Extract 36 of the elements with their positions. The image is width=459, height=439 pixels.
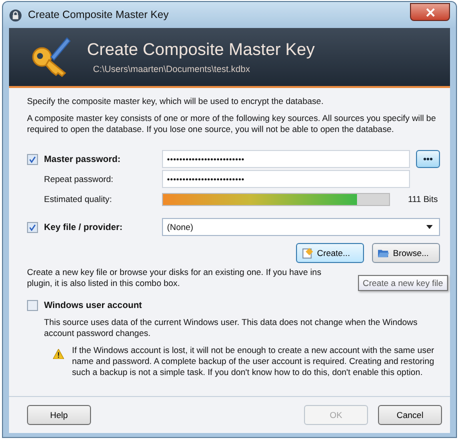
help-button[interactable]: Help (27, 405, 91, 425)
new-file-icon (302, 248, 313, 258)
window-title: Create Composite Master Key (28, 9, 170, 21)
field-label: Repeat password: (44, 174, 114, 184)
checkbox[interactable] (27, 300, 38, 310)
quality-reading: 111 Bits (408, 194, 438, 204)
close-button[interactable] (410, 3, 450, 21)
password-field[interactable]: ••••••••••••••••••••••••• (162, 150, 410, 168)
dropdown-arrow-icon (426, 225, 433, 229)
check-icon (29, 224, 36, 230)
key-file-hint: Create a new key file or browse your disks for an existing one. If you have ins (27, 267, 322, 278)
field-label: Master password: (44, 154, 122, 164)
repeat-password-field[interactable]: ••••••••••••••••••••••••• (162, 170, 410, 188)
field-label: Estimated quality: (44, 194, 113, 204)
cancel-button[interactable]: Cancel (378, 405, 442, 425)
checkbox[interactable] (27, 154, 38, 164)
show-password-button[interactable]: ••• (416, 150, 440, 168)
intro-text: Specify the composite master key, which will be used to encrypt the database. (27, 96, 324, 107)
tooltip: Create a new key file (358, 275, 448, 291)
warning-icon (53, 349, 64, 359)
header-title: Create Composite Master Key (87, 40, 315, 60)
key-file-dropdown[interactable]: (None) (162, 218, 440, 236)
key-file-hint: plugin, it is also listed in this combo box. (27, 278, 180, 289)
field-label: Key file / provider: (44, 222, 124, 232)
check-icon (29, 156, 36, 162)
description-text: A composite master key consists of one or more of the following key sources. All sources you specify will be required to open the database. If you lose one source, you will not be able to open the database. (27, 113, 437, 135)
warning-text: If the Windows account is lost, it will not be enough to create a new account with the same user name and password. A complete backup of the user account is required. Creating and restoring such a backup is not a simple task. If you don't know how to do this, don't enable this option. (72, 345, 436, 378)
browse-button[interactable]: Browse... (372, 243, 440, 263)
windows-account-description: This source uses data of the current Windows user. This data does not change when the Windows account password changes. (44, 317, 418, 339)
checkbox[interactable] (27, 222, 38, 232)
database-path: C:\Users\maarten\Documents\test.kdbx (92, 64, 252, 74)
lock-icon (9, 8, 22, 22)
windows-account-label: Windows user account (44, 300, 142, 310)
close-icon (426, 8, 434, 16)
create-button[interactable]: Create... (296, 243, 364, 263)
folder-icon (378, 248, 389, 258)
